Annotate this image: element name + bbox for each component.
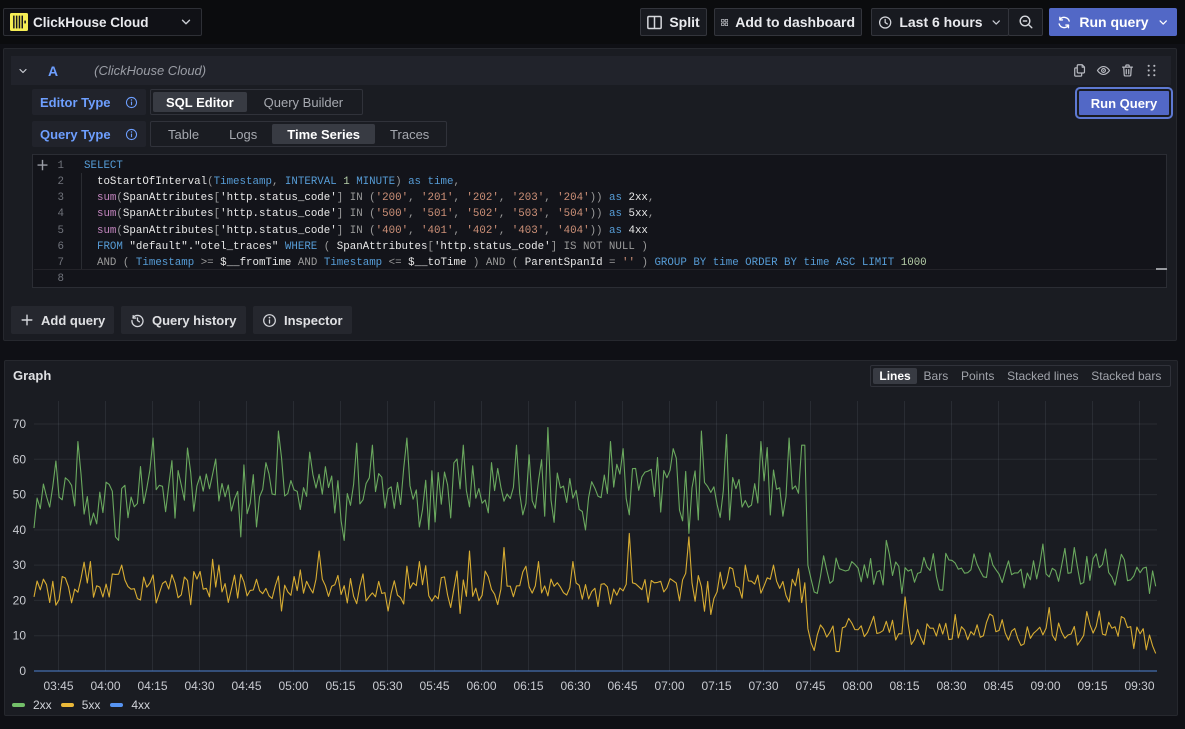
svg-text:09:30: 09:30 [1124, 679, 1154, 693]
svg-text:30: 30 [13, 558, 27, 572]
svg-text:03:45: 03:45 [43, 679, 73, 693]
svg-text:05:30: 05:30 [372, 679, 402, 693]
svg-text:40: 40 [13, 523, 27, 537]
svg-text:05:45: 05:45 [419, 679, 449, 693]
svg-text:08:15: 08:15 [889, 679, 919, 693]
svg-text:09:00: 09:00 [1030, 679, 1060, 693]
svg-text:07:00: 07:00 [654, 679, 684, 693]
svg-text:04:45: 04:45 [231, 679, 261, 693]
svg-text:08:45: 08:45 [983, 679, 1013, 693]
svg-text:04:00: 04:00 [90, 679, 120, 693]
svg-text:06:45: 06:45 [607, 679, 637, 693]
svg-text:04:15: 04:15 [137, 679, 167, 693]
svg-text:08:30: 08:30 [936, 679, 966, 693]
svg-text:09:15: 09:15 [1077, 679, 1107, 693]
svg-text:10: 10 [13, 629, 27, 643]
svg-text:07:30: 07:30 [748, 679, 778, 693]
svg-text:06:15: 06:15 [513, 679, 543, 693]
svg-text:06:30: 06:30 [560, 679, 590, 693]
svg-text:08:00: 08:00 [842, 679, 872, 693]
svg-text:07:15: 07:15 [701, 679, 731, 693]
svg-text:0: 0 [19, 664, 26, 678]
svg-text:05:15: 05:15 [325, 679, 355, 693]
svg-text:50: 50 [13, 488, 27, 502]
svg-text:20: 20 [13, 593, 27, 607]
svg-text:05:00: 05:00 [278, 679, 308, 693]
svg-text:60: 60 [13, 452, 27, 466]
svg-text:04:30: 04:30 [184, 679, 214, 693]
svg-text:06:00: 06:00 [466, 679, 496, 693]
svg-text:07:45: 07:45 [795, 679, 825, 693]
svg-text:70: 70 [13, 417, 27, 431]
